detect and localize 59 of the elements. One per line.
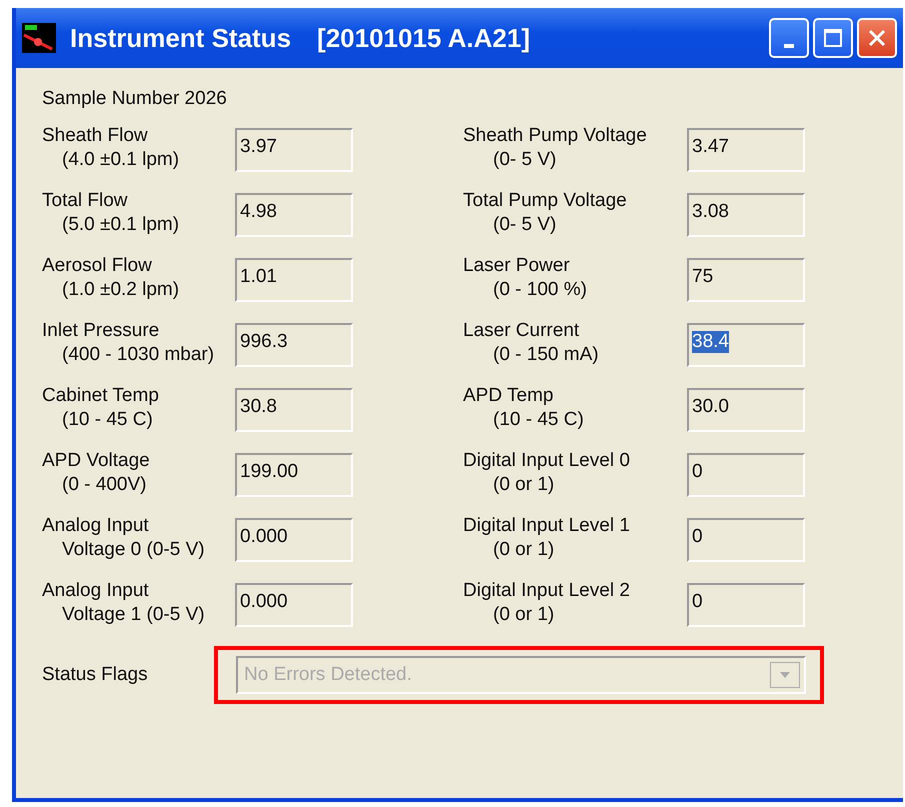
- field-range: (1.0 ±0.2 lpm): [61, 278, 180, 302]
- field-label: Analog Input: [42, 514, 150, 538]
- value-field[interactable]: 30.8: [235, 388, 353, 432]
- field-range: (0 - 150 mA): [492, 343, 600, 367]
- field-range: (0- 5 V): [492, 148, 558, 172]
- window-subtitle: [20101015 A.A21]: [317, 22, 530, 54]
- minimize-icon: [784, 44, 794, 48]
- value-field[interactable]: 3.47: [687, 128, 805, 172]
- field-range: (5.0 ±0.1 lpm): [61, 213, 180, 237]
- field-label: Digital Input Level 1: [463, 514, 631, 538]
- field-label: Analog Input: [42, 579, 150, 603]
- minimize-button[interactable]: [769, 18, 809, 58]
- value-field[interactable]: 0: [687, 453, 805, 497]
- field-label: Sheath Pump Voltage: [463, 124, 648, 148]
- value-field[interactable]: 3.97: [235, 128, 353, 172]
- value-field[interactable]: 1.01: [235, 258, 353, 302]
- field-label: Laser Current: [463, 319, 580, 343]
- field-range: (0 - 100 %): [492, 278, 588, 302]
- status-flags-label: Status Flags: [42, 664, 149, 686]
- field-label: Digital Input Level 0: [463, 449, 631, 473]
- field-label: APD Temp: [463, 384, 554, 408]
- maximize-icon: [823, 28, 843, 48]
- value-field[interactable]: 0.000: [235, 518, 353, 562]
- close-icon: [867, 28, 887, 48]
- value-field[interactable]: 75: [687, 258, 805, 302]
- field-range: (10 - 45 C): [492, 408, 585, 432]
- field-range: Voltage 0 (0-5 V): [61, 538, 206, 562]
- value-field[interactable]: 38.4: [687, 323, 805, 367]
- field-range: (0 or 1): [492, 538, 556, 562]
- field-range: (4.0 ±0.1 lpm): [61, 148, 180, 172]
- value-field[interactable]: 996.3: [235, 323, 353, 367]
- value-field[interactable]: 199.00: [235, 453, 353, 497]
- field-label: Laser Power: [463, 254, 571, 278]
- field-label: APD Voltage: [42, 449, 151, 473]
- field-label: Cabinet Temp: [42, 384, 160, 408]
- field-range: Voltage 1 (0-5 V): [61, 603, 206, 627]
- field-label: Digital Input Level 2: [463, 579, 631, 603]
- field-label: Total Flow: [42, 189, 129, 213]
- field-range: (400 - 1030 mbar): [61, 343, 216, 367]
- field-label: Sheath Flow: [42, 124, 149, 148]
- value-field[interactable]: 0: [687, 518, 805, 562]
- app-icon: [22, 23, 56, 53]
- value-field[interactable]: 30.0: [687, 388, 805, 432]
- maximize-button[interactable]: [813, 18, 853, 58]
- value-field[interactable]: 3.08: [687, 193, 805, 237]
- close-button[interactable]: [857, 18, 897, 58]
- value-field[interactable]: 0: [687, 583, 805, 627]
- field-range: (0 or 1): [492, 603, 556, 627]
- value-field[interactable]: 4.98: [235, 193, 353, 237]
- window-title: Instrument Status: [70, 22, 292, 54]
- sample-number: Sample Number 2026: [42, 88, 228, 110]
- field-range: (10 - 45 C): [61, 408, 154, 432]
- field-label: Total Pump Voltage: [463, 189, 628, 213]
- field-label: Inlet Pressure: [42, 319, 160, 343]
- value-field[interactable]: 0.000: [235, 583, 353, 627]
- field-range: (0- 5 V): [492, 213, 558, 237]
- field-label: Aerosol Flow: [42, 254, 153, 278]
- field-range: (0 - 400V): [61, 473, 148, 497]
- field-range: (0 or 1): [492, 473, 556, 497]
